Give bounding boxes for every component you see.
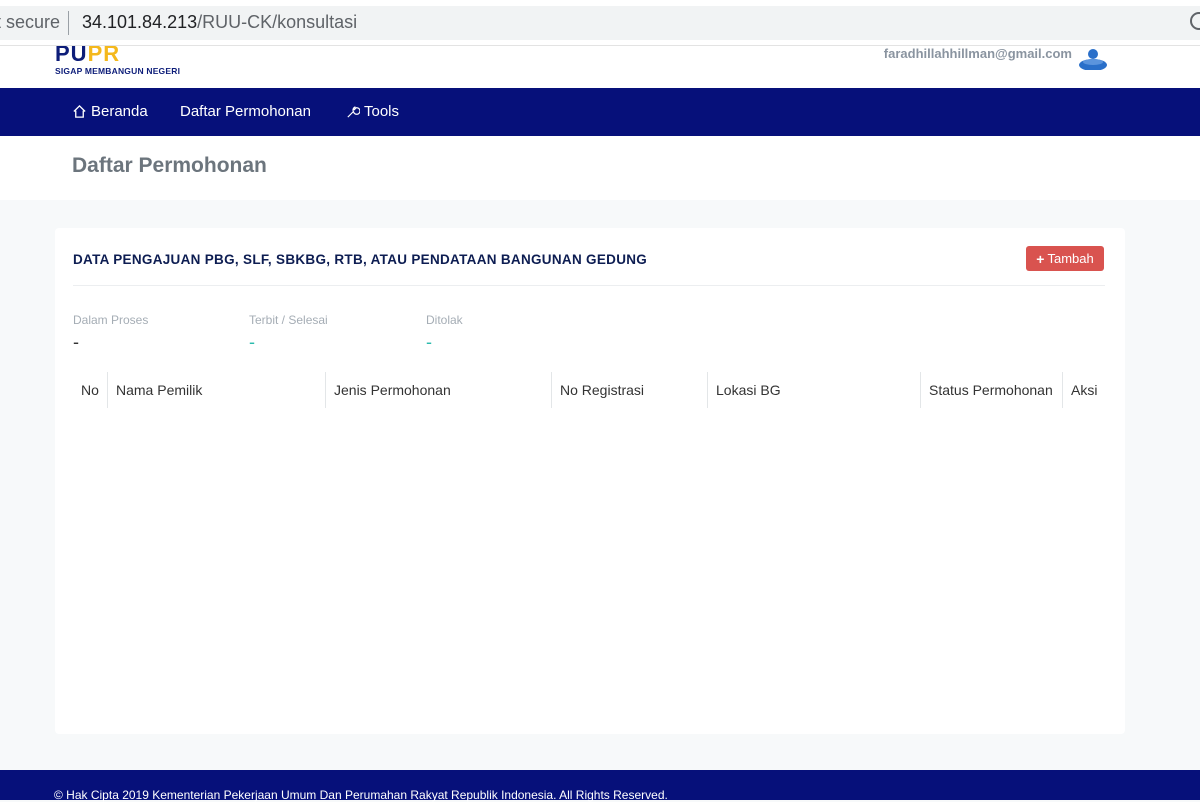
stat-dalam-proses: Dalam Proses - [73, 313, 148, 351]
stat-label: Ditolak [426, 313, 463, 327]
stat-ditolak: Ditolak - [426, 313, 463, 351]
nav-item-label: Daftar Permohonan [180, 103, 311, 120]
add-button[interactable]: + Tambah [1026, 246, 1104, 271]
page-header: Daftar Permohonan [0, 136, 1200, 200]
stat-value: - [426, 332, 432, 352]
site-header: PUPR SIGAP MEMBANGUN NEGERI faradhillahh… [0, 46, 1200, 88]
column-header-no-registrasi[interactable]: No Registrasi [551, 372, 707, 408]
column-header-nama-pemilik[interactable]: Nama Pemilik [107, 372, 325, 408]
applications-card: DATA PENGAJUAN PBG, SLF, SBKBG, RTB, ATA… [55, 228, 1125, 734]
browser-address-bar: t secure 34.101.84.213/RUU-CK/konsultasi [0, 0, 1200, 46]
nav-item-label: Tools [364, 103, 400, 120]
stat-value: - [73, 332, 79, 352]
security-indicator[interactable]: t secure [0, 12, 60, 33]
url-host: 34.101.84.213 [82, 12, 198, 32]
column-header-lokasi-bg[interactable]: Lokasi BG [707, 372, 920, 408]
user-avatar-icon[interactable] [1078, 48, 1108, 71]
logo-mark: PUPR [55, 46, 121, 62]
nav-item-beranda[interactable]: Beranda [72, 103, 148, 120]
url-text[interactable]: 34.101.84.213/RUU-CK/konsultasi [82, 12, 357, 33]
nav-item-daftar-permohonan[interactable]: Daftar Permohonan [180, 103, 311, 120]
stat-label: Terbit / Selesai [249, 313, 328, 327]
wrench-icon [347, 106, 360, 118]
url-path: /RUU-CK/konsultasi [197, 12, 358, 32]
card-divider [73, 285, 1105, 286]
column-header-jenis-permohonan[interactable]: Jenis Permohonan [325, 372, 551, 408]
stat-terbit-selesai: Terbit / Selesai - [249, 313, 328, 351]
user-email[interactable]: faradhillahhillman@gmail.com [884, 46, 1072, 61]
nav-item-label: Beranda [91, 103, 148, 120]
stat-label: Dalam Proses [73, 313, 149, 327]
stat-value: - [249, 332, 255, 352]
logo-tagline: SIGAP MEMBANGUN NEGERI [55, 66, 181, 76]
table-header: No Nama Pemilik Jenis Permohonan No Regi… [73, 372, 1105, 408]
page-title: Daftar Permohonan [72, 154, 267, 177]
main-navbar: Beranda Daftar Permohonan Tools [0, 88, 1200, 136]
omnibox-separator [68, 11, 69, 35]
add-button-label: Tambah [1047, 251, 1094, 266]
plus-icon: + [1036, 250, 1045, 267]
column-header-aksi[interactable]: Aksi [1062, 372, 1105, 408]
nav-item-tools[interactable]: Tools [345, 103, 399, 120]
pupr-logo[interactable]: PUPR SIGAP MEMBANGUN NEGERI [55, 46, 205, 78]
home-icon [73, 104, 86, 118]
card-title: DATA PENGAJUAN PBG, SLF, SBKBG, RTB, ATA… [73, 252, 648, 267]
site-footer: © Hak Cipta 2019 Kementerian Pekerjaan U… [0, 770, 1200, 802]
column-header-no[interactable]: No [73, 372, 107, 408]
column-header-status-permohonan[interactable]: Status Permohonan [920, 372, 1062, 408]
